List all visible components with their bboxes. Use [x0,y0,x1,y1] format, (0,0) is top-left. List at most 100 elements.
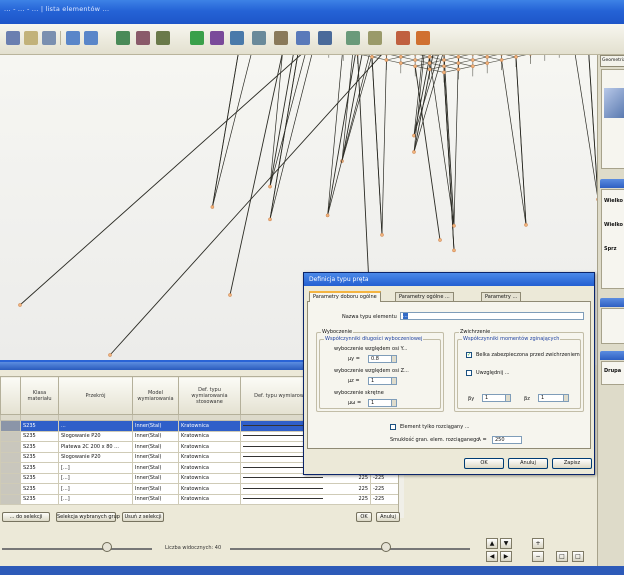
grid-icon[interactable] [116,31,130,45]
truss-member[interactable] [415,59,430,64]
table-cell[interactable] [0,441,21,453]
buckling-y-input[interactable]: 0.8 [368,355,392,363]
table-cell[interactable] [0,483,21,495]
truss-member[interactable] [400,55,415,58]
table-cell[interactable]: Inner(Stal) [132,483,179,495]
truss-member[interactable] [458,56,473,61]
col-header[interactable] [0,376,21,415]
truss-node[interactable] [499,58,504,62]
truss-member[interactable] [211,55,242,208]
table-cancel-button[interactable]: Anuluj [376,512,400,522]
nav-left-icon[interactable]: ◀ [486,551,498,562]
zoom-in-icon[interactable]: + [532,538,544,549]
truss-node[interactable] [470,58,475,62]
truss-node[interactable] [456,67,461,72]
table-cell[interactable]: Kratownica [178,430,241,442]
truss-member[interactable] [358,55,373,58]
table-cell[interactable] [0,472,21,484]
col-header[interactable]: Def. typu wymiarowania stosowane [178,376,241,415]
table-cell[interactable] [0,430,21,442]
truss-node[interactable] [398,55,403,59]
undo-icon[interactable] [66,31,80,45]
truss-member[interactable] [458,59,473,64]
truss-node[interactable] [228,293,232,297]
table-cell[interactable]: Kratownica [178,462,241,474]
truss-node[interactable] [398,61,403,65]
add-to-selection-button[interactable]: ... do selekcji [2,512,50,522]
truss-member[interactable] [487,56,502,61]
table-cell[interactable] [0,451,21,463]
buckling-z-input[interactable]: 1 [368,377,392,385]
element-name-input[interactable]: ... [400,312,584,320]
truss-member[interactable] [429,62,445,67]
truss-member[interactable] [472,56,488,61]
col-header[interactable]: Model wymiarowania [132,376,179,415]
table-cell[interactable]: S235 [20,462,59,474]
table-cell[interactable]: -225 [370,483,399,495]
load-icon[interactable] [190,31,204,45]
truss-member[interactable] [515,56,527,225]
truss-member[interactable] [414,66,441,241]
truss-member[interactable] [327,55,344,216]
table-cell[interactable]: [...] [58,462,133,474]
table-cell[interactable]: S235 [20,493,59,505]
table-cell[interactable]: S235 [20,472,59,484]
truss-node[interactable] [456,61,461,65]
table-cell[interactable]: S235 [20,451,59,463]
slenderness-input[interactable]: 250 [492,436,522,444]
truss-node[interactable] [485,55,490,59]
help-icon[interactable] [416,31,430,45]
truss-node[interactable] [427,61,432,65]
export-icon[interactable] [368,31,382,45]
truss-member[interactable] [588,55,597,199]
truss-node[interactable] [438,238,442,242]
truss-member[interactable] [386,55,401,58]
truss-member[interactable] [473,55,488,58]
table-cell[interactable]: Inner(Stal) [132,493,179,505]
print-icon[interactable] [346,31,360,45]
dialog-save-button[interactable]: Zapisz [552,458,592,469]
truss-member[interactable] [357,55,371,306]
truss-node[interactable] [370,55,374,59]
truss-node[interactable] [427,55,432,59]
truss-member[interactable] [415,62,430,67]
truss-member[interactable] [400,56,416,61]
lateral-restraint-checkbox[interactable]: ✓ [466,352,472,358]
truss-node[interactable] [485,61,490,65]
table-cell[interactable]: ... [58,420,133,432]
select-groups-button[interactable]: Selekcja wybranych grup [56,512,120,522]
truss-node[interactable] [412,133,416,138]
table-cell[interactable]: Kratownica [178,483,241,495]
table-cell[interactable]: Slogowanie P20 [58,451,133,463]
truss-member[interactable] [472,59,488,64]
truss-member[interactable] [458,65,473,70]
table-cell[interactable]: Slogowanie P20 [58,430,133,442]
view3d-icon[interactable] [230,31,244,45]
truss-node[interactable] [384,58,389,62]
slider-thumb[interactable] [381,542,391,552]
truss-node[interactable] [452,248,456,253]
truss-node[interactable] [452,223,456,228]
truss-member[interactable] [515,55,530,58]
results-icon[interactable] [274,31,288,45]
truss-member[interactable] [429,56,455,226]
truss-member[interactable] [487,55,501,58]
table-cell[interactable]: Kratownica [178,451,241,463]
nav-up-icon[interactable]: ▲ [486,538,498,549]
table-cell[interactable]: Inner(Stal) [132,462,179,474]
truss-member[interactable] [453,56,459,226]
view-cube-icon[interactable] [604,88,624,118]
truss-member[interactable] [472,62,488,67]
col-header[interactable]: Klasa materiału [20,376,59,415]
truss-node[interactable] [470,64,475,68]
select-icon[interactable] [6,31,20,45]
redo-icon[interactable] [84,31,98,45]
truss-node[interactable] [442,64,446,68]
table-cell[interactable]: Inner(Stal) [132,430,179,442]
buckling-y-spinner[interactable] [392,355,397,363]
table-cell[interactable]: Platewa 2C 200 x 80 ... [58,441,133,453]
pencil-icon[interactable] [24,31,38,45]
truss-member[interactable] [458,62,473,67]
truss-member[interactable] [501,56,517,61]
truss-member[interactable] [371,56,383,235]
